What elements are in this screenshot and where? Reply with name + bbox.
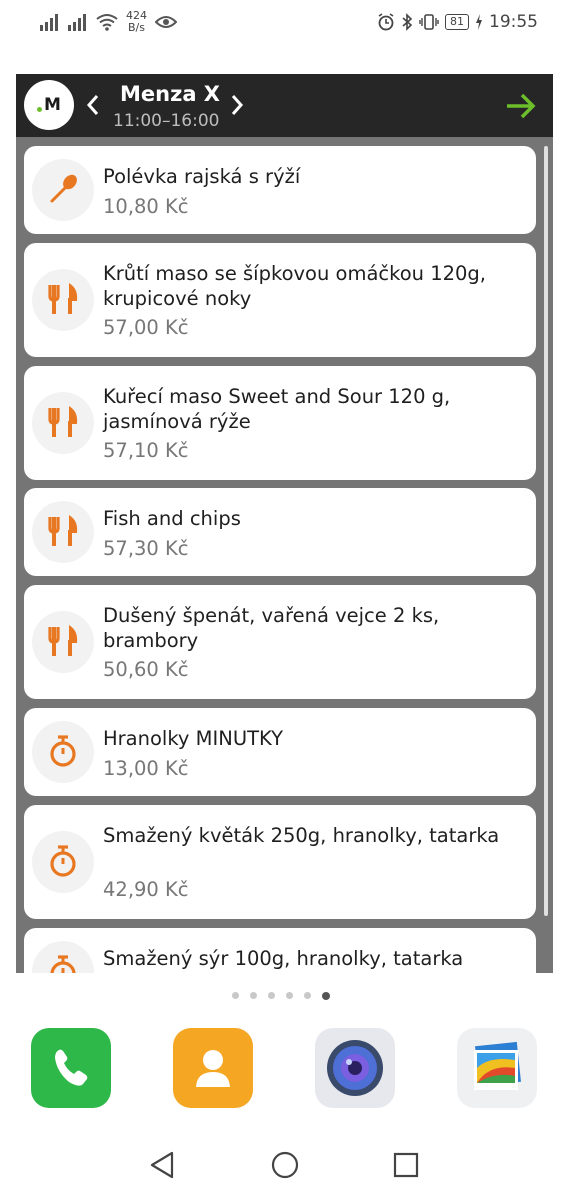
fork-knife-icon bbox=[32, 611, 94, 673]
gallery-app-icon[interactable] bbox=[457, 1028, 537, 1108]
canteen-widget: M Menza X 11:00–16:00 Polévka rajská s r… bbox=[16, 74, 553, 973]
menu-item[interactable]: Kuřecí maso Sweet and Sour 120 g, jasmín… bbox=[24, 366, 536, 480]
stopwatch-icon bbox=[32, 721, 94, 783]
camera-app-icon[interactable] bbox=[315, 1028, 395, 1108]
clock: 19:55 bbox=[489, 12, 538, 32]
fork-knife-icon bbox=[32, 269, 94, 331]
page-dot-active[interactable] bbox=[322, 992, 330, 1000]
opening-hours: 11:00–16:00 bbox=[113, 111, 220, 131]
net-speed-unit: B/s bbox=[128, 21, 145, 34]
app-logo[interactable]: M bbox=[24, 80, 74, 130]
fork-knife-icon bbox=[32, 392, 94, 454]
page-dot[interactable] bbox=[286, 992, 293, 999]
scrollbar[interactable] bbox=[544, 146, 548, 916]
menu-item-title: Hranolky MINUTKY bbox=[103, 727, 284, 750]
menu-item[interactable]: Polévka rajská s rýží 10,80 Kč bbox=[24, 146, 536, 234]
menu-item-title: Kuřecí maso Sweet and Sour 120 g, jasmín… bbox=[103, 385, 451, 433]
menu-item[interactable]: Hranolky MINUTKY 13,00 Kč bbox=[24, 708, 536, 796]
widget-header: M Menza X 11:00–16:00 bbox=[16, 74, 553, 137]
menu-item-price: 13,00 Kč bbox=[103, 757, 189, 780]
logo-dot bbox=[37, 106, 43, 112]
spoon-icon bbox=[32, 159, 94, 221]
signal-roaming-icon bbox=[68, 14, 86, 31]
menu-item-price: 57,30 Kč bbox=[103, 537, 189, 560]
chevron-left-icon[interactable] bbox=[86, 94, 100, 116]
status-bar: 424 B/s 81 19:55 bbox=[0, 0, 568, 48]
menu-item-price: 57,00 Kč bbox=[103, 316, 189, 339]
page-dot[interactable] bbox=[250, 992, 257, 999]
stopwatch-icon bbox=[32, 941, 94, 973]
menu-item[interactable]: Krůtí maso se šípkovou omáčkou 120g, kru… bbox=[24, 243, 536, 357]
page-indicator bbox=[232, 992, 330, 1000]
back-icon[interactable] bbox=[148, 1150, 176, 1180]
wifi-icon bbox=[96, 14, 118, 31]
menu-item[interactable]: Smažený květák 250g, hranolky, tatarka 4… bbox=[24, 805, 536, 919]
fork-knife-icon bbox=[32, 501, 94, 563]
menu-item-price: 42,90 Kč bbox=[103, 878, 189, 901]
vibrate-icon bbox=[419, 14, 439, 30]
battery-indicator: 81 bbox=[445, 14, 469, 30]
menu-item-title: Fish and chips bbox=[103, 507, 241, 530]
bluetooth-icon bbox=[402, 13, 413, 31]
menu-item[interactable]: Smažený sýr 100g, hranolky, tatarka bbox=[24, 928, 536, 973]
menu-item-price: 10,80 Kč bbox=[103, 195, 189, 218]
logo-text: M bbox=[44, 95, 61, 115]
menu-item[interactable]: Dušený špenát, vařená vejce 2 ks, brambo… bbox=[24, 585, 536, 699]
chevron-right-icon[interactable] bbox=[230, 94, 244, 116]
page-dot[interactable] bbox=[232, 992, 239, 999]
menu-item-price: 50,60 Kč bbox=[103, 658, 189, 681]
recents-icon[interactable] bbox=[392, 1150, 420, 1180]
menu-item-title: Dušený špenát, vařená vejce 2 ks, brambo… bbox=[103, 604, 440, 652]
menu-item-title: Krůtí maso se šípkovou omáčkou 120g, kru… bbox=[103, 262, 487, 310]
open-app-arrow-icon[interactable] bbox=[505, 92, 537, 120]
alarm-icon bbox=[378, 13, 394, 31]
charging-icon bbox=[476, 14, 482, 30]
menu-item[interactable]: Fish and chips 57,30 Kč bbox=[24, 488, 536, 576]
stopwatch-icon bbox=[32, 831, 94, 893]
contacts-app-icon[interactable] bbox=[173, 1028, 253, 1108]
net-speed: 424 B/s bbox=[126, 10, 147, 34]
app-dock bbox=[0, 1028, 568, 1112]
menu-item-title: Polévka rajská s rýží bbox=[103, 165, 301, 188]
menu-item-title: Smažený sýr 100g, hranolky, tatarka bbox=[103, 947, 464, 970]
home-icon[interactable] bbox=[270, 1150, 300, 1180]
page-dot[interactable] bbox=[268, 992, 275, 999]
menu-item-title: Smažený květák 250g, hranolky, tatarka bbox=[103, 824, 500, 847]
eye-icon bbox=[155, 16, 177, 28]
menu-item-price: 57,10 Kč bbox=[103, 439, 189, 462]
page-dot[interactable] bbox=[304, 992, 311, 999]
navigation-bar bbox=[0, 1140, 568, 1190]
phone-app-icon[interactable] bbox=[31, 1028, 111, 1108]
canteen-name: Menza X bbox=[120, 82, 220, 106]
signal-icon bbox=[40, 14, 58, 31]
